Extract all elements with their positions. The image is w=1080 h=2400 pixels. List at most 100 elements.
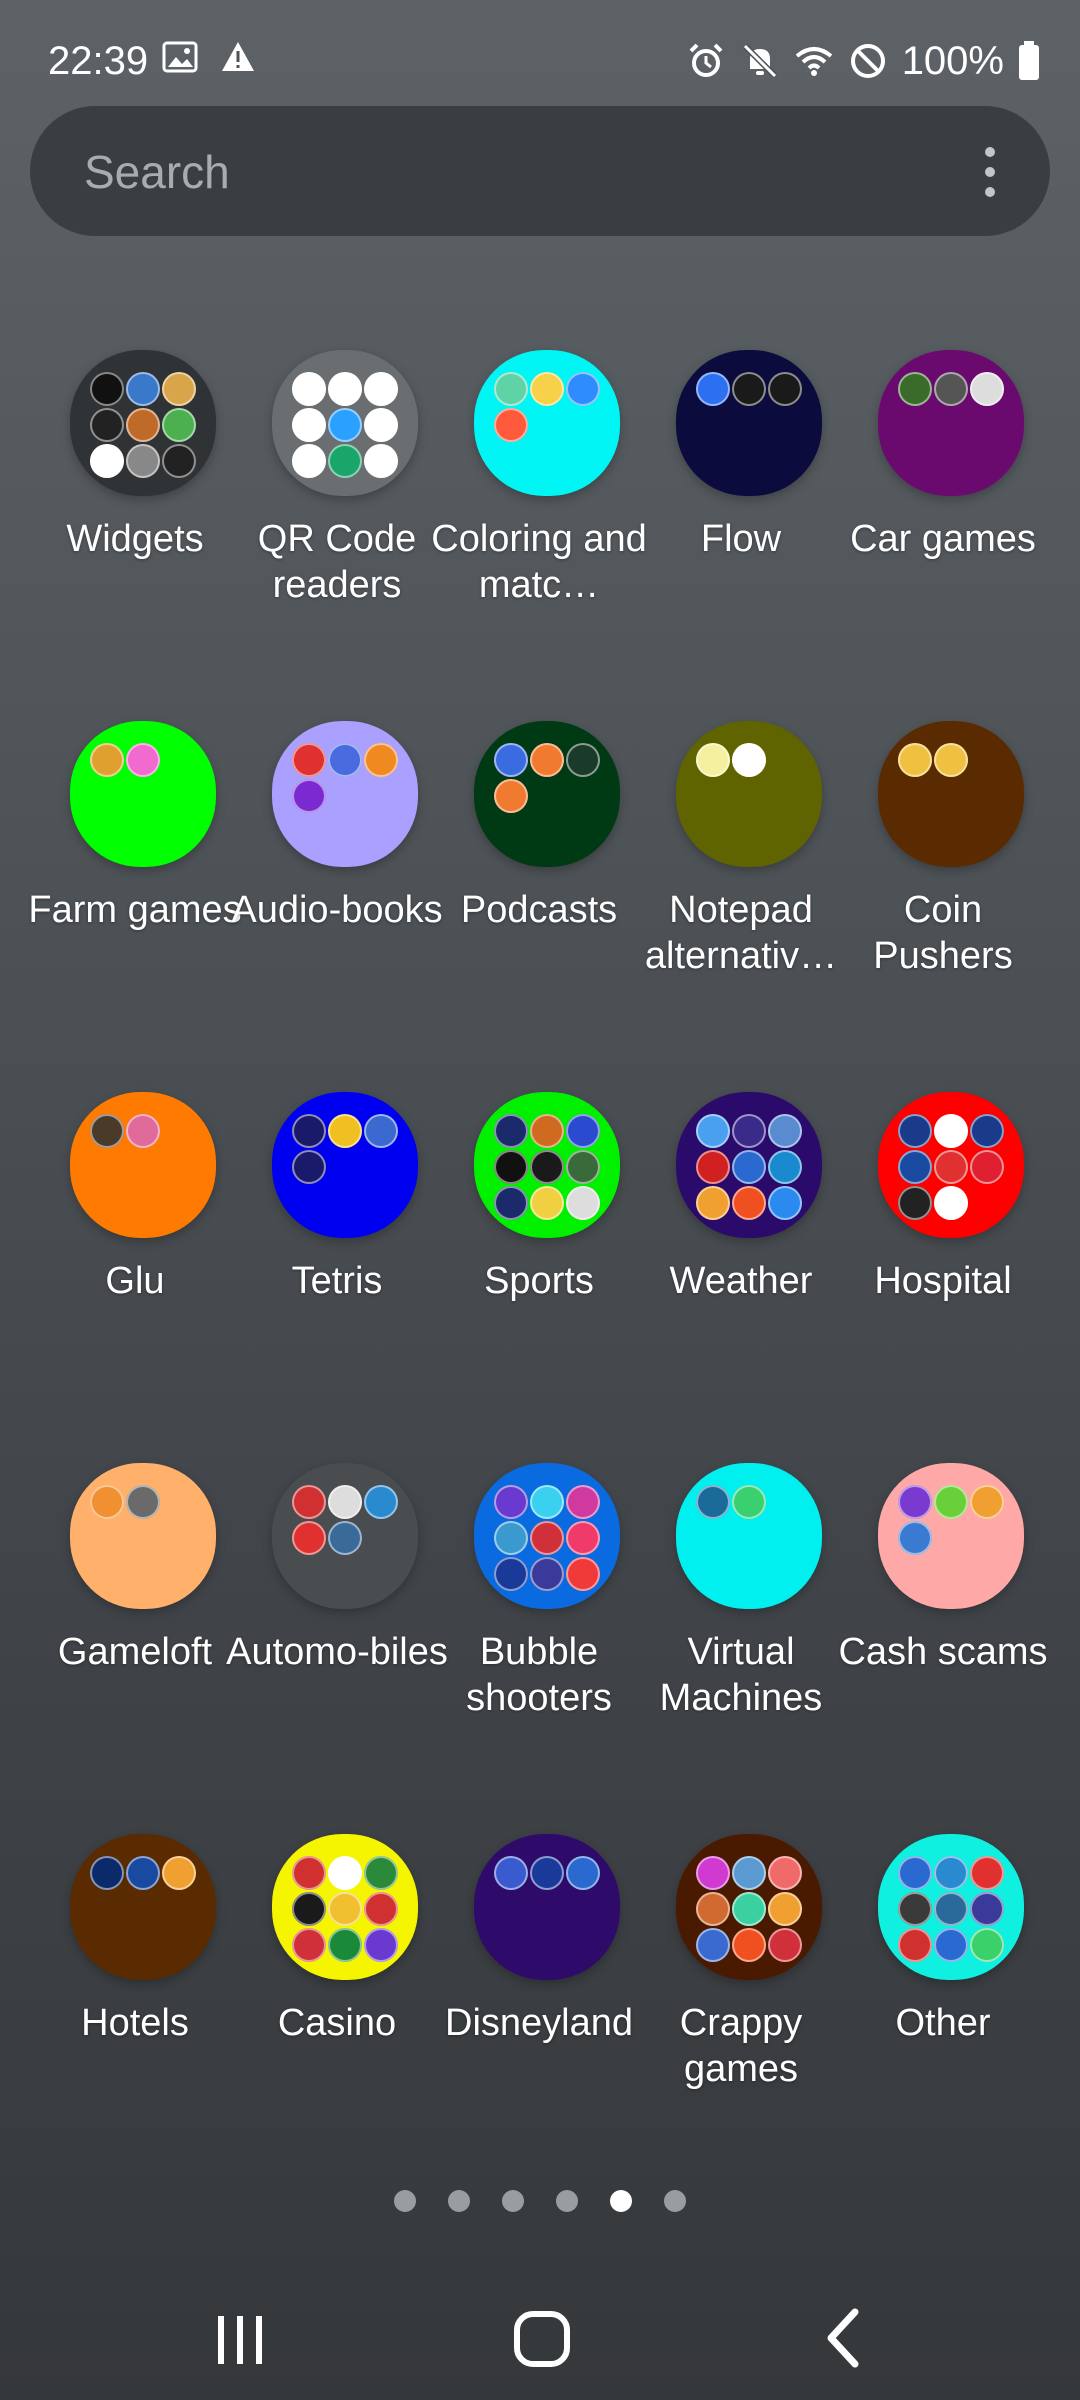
app-thumbnail-icon (768, 1856, 802, 1890)
app-thumbnail-icon (126, 1856, 160, 1890)
folder-icon[interactable] (878, 1463, 1024, 1609)
app-thumbnail-icon (898, 1856, 932, 1890)
folder-icon[interactable] (474, 1463, 620, 1609)
app-thumbnail-icon (696, 1892, 730, 1926)
app-thumbnail-icon (934, 1856, 968, 1890)
app-thumbnail-icon (328, 1928, 362, 1962)
app-thumbnail-icon (934, 743, 968, 777)
folder-icon[interactable] (70, 721, 216, 867)
app-thumbnail-icon (126, 408, 160, 442)
folder-icon[interactable] (676, 1463, 822, 1609)
status-left-icons (162, 40, 256, 74)
app-thumbnail-icon (732, 1928, 766, 1962)
app-thumbnail-icon (494, 1150, 528, 1184)
app-thumbnail-icon (162, 372, 196, 406)
home-button[interactable] (482, 2300, 602, 2372)
app-thumbnail-icon (90, 1856, 124, 1890)
folder-icon[interactable] (878, 1834, 1024, 1980)
folder-icon[interactable] (272, 1834, 418, 1980)
folder-icon[interactable] (70, 1092, 216, 1238)
folder-icon[interactable] (676, 1092, 822, 1238)
app-thumbnail-icon (970, 372, 1004, 406)
app-thumbnail-icon (328, 408, 362, 442)
folder-label: Casino (277, 2002, 397, 2044)
folder-icon[interactable] (878, 1092, 1024, 1238)
folder-label: Glu (105, 1260, 165, 1302)
back-button[interactable] (785, 2300, 905, 2372)
app-thumbnail-icon (898, 743, 932, 777)
folder-icon[interactable] (272, 721, 418, 867)
folder-icon[interactable] (272, 1092, 418, 1238)
folder-icon[interactable] (878, 350, 1024, 496)
folder-label: Crappy games (679, 2002, 803, 2090)
folder-icon[interactable] (70, 350, 216, 496)
folder-label: Audio-books (231, 889, 443, 931)
app-thumbnail-icon (364, 372, 398, 406)
app-thumbnail-icon (494, 408, 528, 442)
app-thumbnail-icon (566, 743, 600, 777)
app-thumbnail-icon (328, 1892, 362, 1926)
app-thumbnail-icon (292, 779, 326, 813)
app-thumbnail-icon (530, 1186, 564, 1220)
app-thumbnail-icon (732, 1150, 766, 1184)
alarm-icon (689, 43, 723, 77)
app-thumbnail-icon (732, 1485, 766, 1519)
page-dot[interactable] (664, 2190, 686, 2212)
folder-label: Farm games (28, 889, 242, 931)
folder-label: Flow (700, 518, 782, 560)
app-thumbnail-icon (732, 1892, 766, 1926)
folder-icon[interactable] (272, 1463, 418, 1609)
app-thumbnail-icon (126, 444, 160, 478)
folder-icon[interactable] (676, 350, 822, 496)
app-thumbnail-icon (494, 743, 528, 777)
app-thumbnail-icon (696, 1186, 730, 1220)
folder-icon[interactable] (676, 721, 822, 867)
folder-icon[interactable] (878, 721, 1024, 867)
folder-icon[interactable] (474, 1834, 620, 1980)
more-options-icon[interactable] (980, 146, 1000, 198)
app-thumbnail-icon (292, 1928, 326, 1962)
app-thumbnail-icon (898, 1485, 932, 1519)
app-thumbnail-icon (898, 1114, 932, 1148)
page-dot[interactable] (394, 2190, 416, 2212)
folder-label: Podcasts (460, 889, 618, 931)
page-dot[interactable] (556, 2190, 578, 2212)
app-thumbnail-icon (732, 1114, 766, 1148)
folder-icon[interactable] (70, 1834, 216, 1980)
app-thumbnail-icon (162, 444, 196, 478)
app-thumbnail-icon (530, 1856, 564, 1890)
folder-label: Disneyland (445, 2002, 633, 2044)
app-thumbnail-icon (768, 1892, 802, 1926)
app-thumbnail-icon (732, 372, 766, 406)
folder-label: Hotels (81, 2002, 189, 2044)
app-thumbnail-icon (530, 1485, 564, 1519)
app-thumbnail-icon (328, 743, 362, 777)
recent-apps-button[interactable] (180, 2300, 300, 2372)
app-thumbnail-icon (494, 779, 528, 813)
app-thumbnail-icon (364, 444, 398, 478)
folder-icon[interactable] (676, 1834, 822, 1980)
search-bar[interactable]: Search (30, 106, 1050, 236)
page-dot-active[interactable] (610, 2190, 632, 2212)
app-thumbnail-icon (292, 1856, 326, 1890)
folder-label: QR Code readers (257, 518, 417, 606)
app-thumbnail-icon (364, 1892, 398, 1926)
navigation-bar (0, 2270, 1080, 2400)
app-thumbnail-icon (970, 1114, 1004, 1148)
app-thumbnail-icon (970, 1856, 1004, 1890)
app-thumbnail-icon (328, 1521, 362, 1555)
folder-icon[interactable] (70, 1463, 216, 1609)
app-thumbnail-icon (566, 1856, 600, 1890)
app-thumbnail-icon (90, 408, 124, 442)
folder-icon[interactable] (474, 721, 620, 867)
page-dot[interactable] (502, 2190, 524, 2212)
app-thumbnail-icon (494, 1856, 528, 1890)
page-dot[interactable] (448, 2190, 470, 2212)
folder-icon[interactable] (272, 350, 418, 496)
folder-icon[interactable] (474, 350, 620, 496)
folder-label: Coin Pushers (873, 889, 1013, 977)
app-thumbnail-icon (364, 1928, 398, 1962)
search-input[interactable]: Search (84, 146, 230, 198)
folder-label: Gameloft (57, 1631, 213, 1673)
folder-icon[interactable] (474, 1092, 620, 1238)
